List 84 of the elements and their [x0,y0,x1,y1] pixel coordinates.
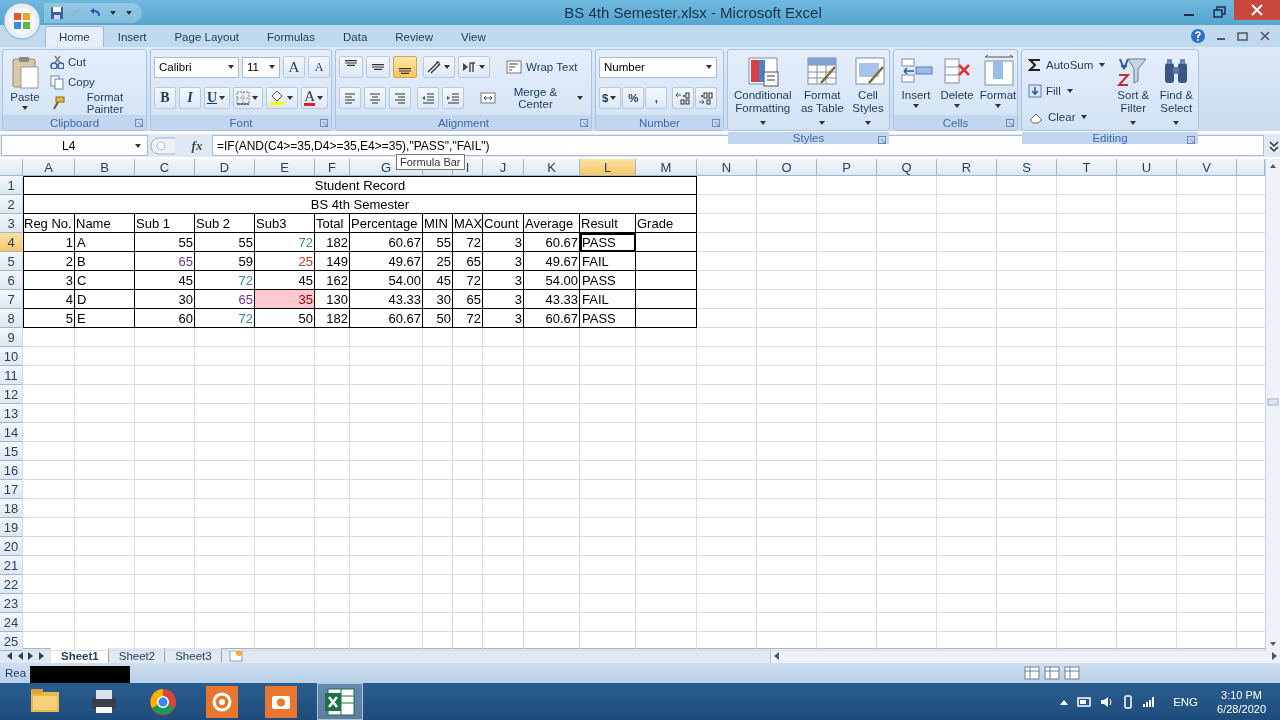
table-cell-text: 55 [177,233,194,252]
column-heading: Percentage [350,214,419,233]
group-label: Cells [942,116,969,129]
table-cell: PASS [580,233,636,252]
tooltip: Formula Bar [396,154,465,170]
title-cell-text: BS 4th Semester [309,195,411,214]
window-title: BS 4th Semester.xlsx - Microsoft Excel [563,4,823,21]
table-cell-text: 72 [465,309,482,328]
table-cell-text: B [76,252,87,271]
table-cell-text: 50 [297,309,314,328]
table-cell-text: 2 [64,252,74,271]
table-cell-text: 60.67 [544,309,579,328]
column-heading: MAX [453,214,484,233]
table-cell-text: 182 [325,233,349,252]
column-heading: Sub 1 [135,214,171,233]
table-cell-text: 30 [435,290,452,309]
group-label: Clipboard [49,116,100,129]
table-cell-text: 49.67 [387,252,422,271]
table-cell-text: 60.67 [387,309,422,328]
column-heading: Grade [636,214,675,233]
table-cell-text: C [76,271,88,290]
table-cell-text: 60.67 [387,233,422,252]
table-cell-text: 130 [325,290,349,309]
table-cell-text: 25 [435,252,452,271]
column-heading: Result [580,214,619,233]
table-cell-text: 65 [465,290,482,309]
table-cell-text: 3 [513,309,523,328]
table-cell-text: 45 [297,271,314,290]
group-label: Font [229,116,253,129]
table-cell-text: 45 [435,271,452,290]
table-cell-text: 3 [513,290,523,309]
column-heading: Average [524,214,575,233]
table-cell-text: 182 [325,309,349,328]
table-cell-text: 65 [465,252,482,271]
status-text: Rea [5,667,27,679]
table-cell-text: 3 [513,252,523,271]
column-heading: Total [315,214,345,233]
table-cell-text: 65 [177,252,194,271]
table-cell-text: 5 [64,309,74,328]
table-cell-text: 4 [64,290,74,309]
table-cell-text: FAIL [581,252,610,271]
group-label: Alignment [437,116,490,129]
title-cell-text: Student Record [313,176,407,195]
table-cell-text: 65 [237,290,254,309]
table-cell-text: 55 [435,233,452,252]
table-cell-text: 49.67 [544,252,579,271]
table-cell-text: 45 [177,271,194,290]
table-cell-text: 1 [64,233,74,252]
table-cell-text: 3 [513,233,523,252]
column-heading: Sub3 [255,214,288,233]
table-cell-text: 54.00 [544,271,579,290]
table-cell-text: 43.33 [544,290,579,309]
column-heading: Reg No. [23,214,73,233]
column-heading: MIN [423,214,449,233]
table-cell-text: 60.67 [544,233,579,252]
table-cell-text: PASS [581,309,617,328]
table-cell-text: 162 [325,271,349,290]
table-cell-text: 50 [435,309,452,328]
table-cell-text: 59 [237,252,254,271]
table-cell-text: 55 [237,233,254,252]
table-cell-text: 30 [177,290,194,309]
group-label: Number [639,116,680,129]
group-label: Styles [792,132,825,144]
table-cell-text: 54.00 [387,271,422,290]
table-cell-text: 25 [297,252,314,271]
table-cell-text: 3 [513,271,523,290]
table-cell-text: 72 [237,309,254,328]
table-cell-text: 72 [237,271,254,290]
table-cell-text: 43.33 [387,290,422,309]
table-cell-text: 72 [297,233,314,252]
table-cell-text: PASS [581,271,617,290]
table-cell-text: 60 [177,309,194,328]
table-cell-text: 3 [64,271,74,290]
table-cell-text: A [76,233,87,252]
table-cell-text: E [76,309,87,328]
table-cell-text: 72 [465,271,482,290]
column-heading: Count [483,214,520,233]
column-heading: Name [75,214,112,233]
table-cell-text: 72 [465,233,482,252]
column-heading: Sub 2 [195,214,231,233]
table-cell-text: 149 [325,252,349,271]
group-label: Editing [1092,132,1128,144]
table-cell-text: FAIL [581,290,610,309]
table-cell-text: D [76,290,88,309]
